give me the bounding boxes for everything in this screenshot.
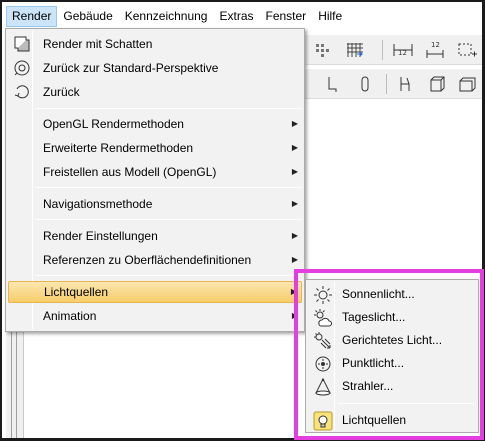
menu-item-label: Render Einstellungen bbox=[43, 229, 158, 243]
menu-item-erweiterte-rendermethoden[interactable]: Erweiterte Rendermethoden ▶ bbox=[8, 137, 302, 159]
menu-item-navigationsmethode[interactable]: Navigationsmethode ▶ bbox=[8, 193, 302, 215]
svg-text:12: 12 bbox=[431, 41, 440, 49]
menu-item-label: Animation bbox=[43, 309, 97, 323]
grid-snap-icon[interactable] bbox=[312, 40, 334, 60]
submenu-arrow-icon: ▶ bbox=[291, 143, 298, 152]
menu-item-zurueck[interactable]: Zurück bbox=[8, 81, 302, 103]
menu-item-label: Erweiterte Rendermethoden bbox=[43, 141, 194, 155]
menu-item-standard-perspektive[interactable]: Zurück zur Standard-Perspektive bbox=[8, 57, 302, 79]
menu-kennzeichnung[interactable]: Kennzeichnung bbox=[119, 6, 214, 27]
menu-hilfe[interactable]: Hilfe bbox=[312, 6, 348, 27]
menu-item-label: OpenGL Rendermethoden bbox=[43, 117, 184, 131]
menu-item-label: Zurück zur Standard-Perspektive bbox=[43, 61, 219, 75]
menu-item-label: Render mit Schatten bbox=[43, 37, 153, 51]
grid-icon[interactable] bbox=[344, 40, 366, 60]
menu-separator bbox=[36, 108, 302, 109]
render-shadow-icon bbox=[14, 36, 30, 52]
submenu-arrow-icon: ▶ bbox=[291, 231, 298, 240]
menu-separator bbox=[36, 219, 302, 220]
toolbar-top: 12 12 bbox=[302, 35, 482, 65]
menu-item-label: Zurück bbox=[43, 85, 80, 99]
menu-item-label: Navigationsmethode bbox=[43, 197, 153, 211]
menu-item-freistellen[interactable]: Freistellen aus Modell (OpenGL) ▶ bbox=[8, 161, 302, 183]
menu-extras[interactable]: Extras bbox=[213, 6, 259, 27]
toolbar-separator bbox=[386, 74, 387, 94]
menu-item-lichtquellen[interactable]: Lichtquellen ▶ bbox=[8, 281, 302, 303]
svg-text:12: 12 bbox=[398, 49, 407, 57]
submenu-arrow-icon: ▶ bbox=[291, 199, 298, 208]
toolbar-objects bbox=[302, 69, 482, 99]
render-menu: Render mit Schatten Zurück zur Standard-… bbox=[5, 28, 305, 332]
toolbar-separator bbox=[382, 40, 383, 60]
menubar: Render Gebäude Kennzeichnung Extras Fens… bbox=[2, 2, 482, 30]
menu-item-label: Lichtquellen bbox=[44, 285, 109, 299]
standard-perspective-icon bbox=[14, 60, 30, 76]
menu-item-opengl-rendermethoden[interactable]: OpenGL Rendermethoden ▶ bbox=[8, 113, 302, 135]
box-icon[interactable] bbox=[426, 74, 448, 94]
menu-item-render-mit-schatten[interactable]: Render mit Schatten bbox=[8, 33, 302, 55]
submenu-arrow-icon: ▶ bbox=[291, 167, 298, 176]
menu-fenster[interactable]: Fenster bbox=[260, 6, 313, 27]
menu-item-referenzen-oberflaechen[interactable]: Referenzen zu Oberflächendefinitionen ▶ bbox=[8, 249, 302, 271]
panel-icon[interactable] bbox=[456, 74, 478, 94]
menu-item-label: Freistellen aus Modell (OpenGL) bbox=[43, 165, 217, 179]
highlight-box bbox=[294, 269, 484, 440]
menu-item-render-einstellungen[interactable]: Render Einstellungen ▶ bbox=[8, 225, 302, 247]
cylinder-icon[interactable] bbox=[354, 74, 376, 94]
chair-icon[interactable] bbox=[394, 74, 416, 94]
measure-icon[interactable]: 12 bbox=[424, 40, 446, 60]
dimension-icon[interactable]: 12 bbox=[392, 40, 414, 60]
submenu-arrow-icon: ▶ bbox=[291, 119, 298, 128]
menu-render[interactable]: Render bbox=[6, 5, 58, 27]
menu-item-animation[interactable]: Animation ▶ bbox=[8, 305, 302, 327]
selection-add-icon[interactable] bbox=[456, 40, 478, 60]
back-icon bbox=[14, 85, 29, 99]
menu-separator bbox=[36, 187, 302, 188]
menu-gebaeude[interactable]: Gebäude bbox=[57, 6, 118, 27]
submenu-arrow-icon: ▶ bbox=[291, 255, 298, 264]
menu-item-label: Referenzen zu Oberflächendefinitionen bbox=[43, 253, 252, 267]
menu-separator bbox=[36, 275, 302, 276]
column-profile-icon[interactable] bbox=[322, 74, 344, 94]
